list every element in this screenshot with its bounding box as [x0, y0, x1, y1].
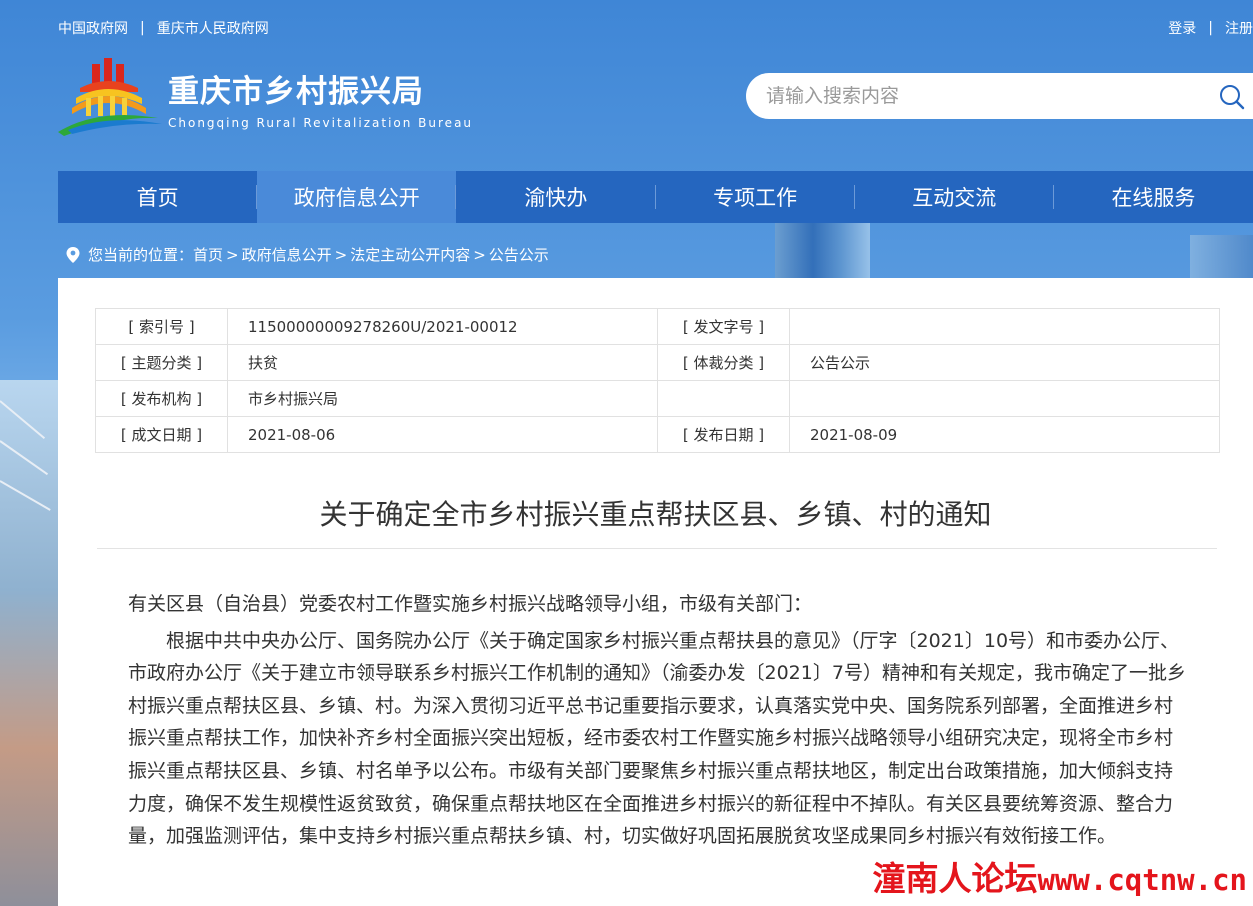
top-bar: 中国政府网 | 重庆市人民政府网 登录 | 注册: [0, 0, 1253, 56]
background-bridge: [0, 380, 58, 906]
empty-cell: [657, 380, 790, 417]
index-label: [ 索引号 ]: [95, 308, 228, 345]
topic-label: [ 主题分类 ]: [95, 344, 228, 381]
table-row: [ 成文日期 ] 2021-08-06 [ 发布日期 ] 2021-08-09: [95, 416, 1220, 453]
nav-item-special-work[interactable]: 专项工作: [656, 171, 855, 223]
site-subtitle: Chongqing Rural Revitalization Bureau: [168, 116, 474, 130]
table-row: [ 索引号 ] 11500000009278260U/2021-00012 [ …: [95, 308, 1220, 345]
published-label: [ 发布日期 ]: [657, 416, 790, 453]
user-links: 登录 | 注册: [1168, 18, 1253, 38]
site-logo[interactable]: 重庆市乡村振兴局 Chongqing Rural Revitalization …: [58, 58, 498, 138]
main-nav: 首页 政府信息公开 渝快办 专项工作 互动交流 在线服务: [58, 171, 1253, 223]
watermark-url: www.cqtnw.cn: [1037, 863, 1247, 897]
site-title: 重庆市乡村振兴局: [168, 74, 424, 110]
search-icon[interactable]: [1217, 82, 1247, 112]
breadcrumb-prefix: 您当前的位置：: [88, 246, 194, 264]
breadcrumb-separator: >: [473, 245, 486, 264]
table-row: [ 主题分类 ] 扶贫 [ 体裁分类 ] 公告公示: [95, 344, 1220, 381]
index-value: 11500000009278260U/2021-00012: [227, 308, 658, 345]
nav-item-online-service[interactable]: 在线服务: [1054, 171, 1253, 223]
breadcrumb-separator: >: [334, 245, 348, 264]
created-value: 2021-08-06: [227, 416, 658, 453]
genre-value: 公告公示: [789, 344, 1220, 381]
org-value: 市乡村振兴局: [227, 380, 658, 417]
org-label: [ 发布机构 ]: [95, 380, 228, 417]
created-label: [ 成文日期 ]: [95, 416, 228, 453]
breadcrumb-gov-info[interactable]: 政府信息公开: [242, 244, 332, 265]
search-input[interactable]: [766, 85, 1186, 107]
link-chongqing-gov[interactable]: 重庆市人民政府网: [157, 18, 269, 38]
separator: |: [1208, 20, 1213, 36]
login-link[interactable]: 登录: [1168, 18, 1196, 38]
nav-item-home[interactable]: 首页: [58, 171, 258, 223]
breadcrumb-statutory[interactable]: 法定主动公开内容: [350, 244, 470, 265]
forum-watermark: 潼南人论坛www.cqtnw.cn: [872, 852, 1247, 900]
title-divider: [97, 548, 1217, 549]
location-pin-icon: [66, 246, 80, 263]
top-links: 中国政府网 | 重庆市人民政府网: [58, 18, 269, 38]
separator: |: [140, 20, 145, 36]
table-row: [ 发布机构 ] 市乡村振兴局: [95, 380, 1220, 417]
breadcrumb-announcement[interactable]: 公告公示: [489, 244, 549, 265]
breadcrumb-separator: >: [226, 245, 239, 264]
watermark-text: 潼南人论坛: [872, 859, 1038, 898]
search-box: [746, 73, 1253, 119]
article-paragraph: 根据中共中央办公厅、国务院办公厅《关于确定国家乡村振兴重点帮扶县的意见》（厅字〔…: [128, 629, 1186, 848]
main-content: [ 索引号 ] 11500000009278260U/2021-00012 [ …: [58, 278, 1253, 906]
breadcrumb: 您当前的位置： 首页 > 政府信息公开 > 法定主动公开内容 > 公告公示: [66, 244, 549, 265]
document-meta-table: [ 索引号 ] 11500000009278260U/2021-00012 [ …: [95, 308, 1220, 453]
logo-emblem-icon: [58, 58, 162, 136]
nav-item-yukuaiban[interactable]: 渝快办: [456, 171, 656, 223]
register-link[interactable]: 注册: [1225, 18, 1253, 38]
background-building: [1190, 235, 1253, 280]
topic-value: 扶贫: [227, 344, 658, 381]
docno-value: [789, 308, 1220, 345]
link-china-gov[interactable]: 中国政府网: [58, 18, 128, 38]
nav-item-interaction[interactable]: 互动交流: [855, 171, 1055, 223]
genre-label: [ 体裁分类 ]: [657, 344, 790, 381]
background-building: [775, 220, 870, 280]
article-salutation: 有关区县（自治县）党委农村工作暨实施乡村振兴战略领导小组，市级有关部门：: [128, 593, 813, 615]
empty-cell: [789, 380, 1220, 417]
article-title: 关于确定全市乡村振兴重点帮扶区县、乡镇、村的通知: [319, 498, 992, 531]
breadcrumb-home[interactable]: 首页: [193, 244, 223, 265]
nav-item-gov-info[interactable]: 政府信息公开: [257, 171, 457, 223]
published-value: 2021-08-09: [789, 416, 1220, 453]
docno-label: [ 发文字号 ]: [657, 308, 790, 345]
article-body: 有关区县（自治县）党委农村工作暨实施乡村振兴战略领导小组，市级有关部门： 根据中…: [128, 588, 1188, 857]
